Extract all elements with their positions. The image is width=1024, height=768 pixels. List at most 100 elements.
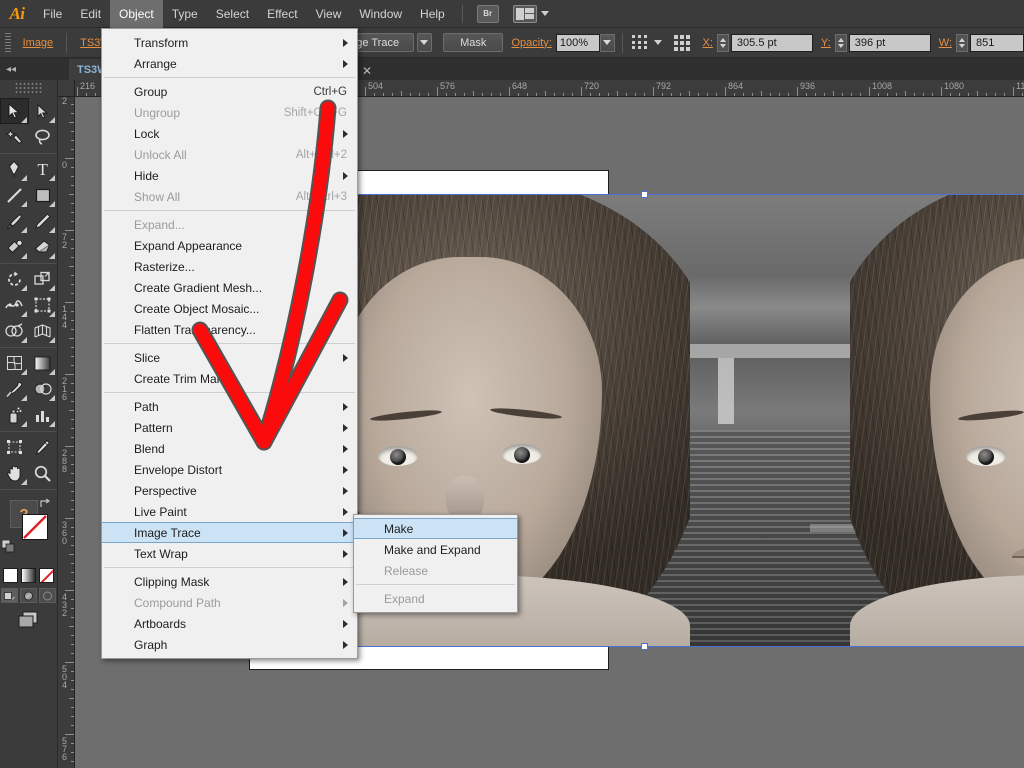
arrange-documents-button[interactable] xyxy=(499,4,549,23)
perspective-grid-tool[interactable] xyxy=(29,318,58,344)
zoom-tool[interactable] xyxy=(29,460,58,486)
free-transform-tool[interactable] xyxy=(29,292,58,318)
ruler-minor-tick xyxy=(887,93,888,96)
x-coordinate-input[interactable]: 305.5 pt xyxy=(730,33,813,52)
menu-item-arrange[interactable]: Arrange xyxy=(102,53,357,74)
menu-effect[interactable]: Effect xyxy=(258,0,306,28)
draw-inside-icon[interactable] xyxy=(39,588,56,603)
menu-item-envelope-distort[interactable]: Envelope Distort xyxy=(102,459,357,480)
width-tool[interactable] xyxy=(0,292,29,318)
lasso-tool[interactable] xyxy=(29,124,58,150)
menu-file[interactable]: File xyxy=(34,0,71,28)
menu-item-text-wrap[interactable]: Text Wrap xyxy=(102,543,357,564)
blob-brush-tool[interactable] xyxy=(0,234,29,260)
close-icon[interactable]: ✕ xyxy=(362,64,372,78)
mask-button[interactable]: Mask xyxy=(443,33,504,52)
magic-wand-tool[interactable] xyxy=(0,124,29,150)
menu-item-graph[interactable]: Graph xyxy=(102,634,357,655)
column-graph-tool[interactable] xyxy=(29,402,58,428)
menu-item-label: Create Gradient Mesh... xyxy=(134,280,263,295)
menu-item-pattern[interactable]: Pattern xyxy=(102,417,357,438)
draw-behind-icon[interactable] xyxy=(20,588,37,603)
image-trace-preset-dropdown[interactable] xyxy=(417,33,432,52)
change-screen-mode-button[interactable] xyxy=(0,610,57,630)
menu-item-image-trace[interactable]: Image Trace xyxy=(102,522,357,543)
paintbrush-tool[interactable] xyxy=(0,208,29,234)
menu-item-create-object-mosaic[interactable]: Create Object Mosaic... xyxy=(102,298,357,319)
menu-item-rasterize[interactable]: Rasterize... xyxy=(102,256,357,277)
opacity-dropdown-arrow[interactable] xyxy=(599,33,615,52)
reference-point-selector-icon[interactable] xyxy=(673,33,692,53)
menu-item-group[interactable]: Group Ctrl+G xyxy=(102,81,357,102)
menu-item-live-paint[interactable]: Live Paint xyxy=(102,501,357,522)
draw-normal-icon[interactable] xyxy=(1,588,18,603)
pen-tool[interactable] xyxy=(0,156,29,182)
image-trace-submenu[interactable]: Make Make and Expand Release Expand xyxy=(353,514,518,613)
bridge-icon[interactable]: Br xyxy=(476,4,499,23)
shape-builder-tool[interactable] xyxy=(0,318,29,344)
menu-item-path[interactable]: Path xyxy=(102,396,357,417)
eraser-tool[interactable] xyxy=(29,234,58,260)
slice-tool[interactable] xyxy=(29,434,58,460)
menu-type[interactable]: Type xyxy=(163,0,207,28)
menu-item-hide[interactable]: Hide xyxy=(102,165,357,186)
x-stepper[interactable] xyxy=(716,33,729,52)
collapse-panels-icon[interactable]: ◂◂ xyxy=(0,58,22,80)
ruler-minor-tick xyxy=(896,93,897,96)
hand-tool[interactable] xyxy=(0,460,29,486)
submenu-item-make[interactable]: Make xyxy=(354,518,517,539)
menu-item-perspective[interactable]: Perspective xyxy=(102,480,357,501)
swap-fill-stroke-icon[interactable] xyxy=(39,497,51,509)
selection-tool[interactable] xyxy=(0,98,29,124)
menu-item-slice[interactable]: Slice xyxy=(102,347,357,368)
menu-item-ungroup: Ungroup Shift+Ctrl+G xyxy=(102,102,357,123)
line-segment-tool[interactable] xyxy=(0,182,29,208)
menu-edit[interactable]: Edit xyxy=(71,0,110,28)
color-swatch[interactable] xyxy=(3,568,18,583)
direct-selection-tool[interactable] xyxy=(29,98,58,124)
menu-select[interactable]: Select xyxy=(207,0,258,28)
artboard-tool[interactable] xyxy=(0,434,29,460)
object-menu-dropdown[interactable]: Transform Arrange Group Ctrl+G Ungroup Shift+… xyxy=(101,28,358,659)
menu-item-lock[interactable]: Lock xyxy=(102,123,357,144)
ruler-origin[interactable] xyxy=(58,80,75,97)
menu-item-artboards[interactable]: Artboards xyxy=(102,613,357,634)
gradient-tool[interactable] xyxy=(29,350,58,376)
menu-item-blend[interactable]: Blend xyxy=(102,438,357,459)
eyedropper-tool[interactable] xyxy=(0,376,29,402)
transform-options-button[interactable] xyxy=(630,33,662,53)
stroke-color-swatch[interactable] xyxy=(22,514,48,540)
menu-item-create-trim-marks[interactable]: Create Trim Marks xyxy=(102,368,357,389)
menu-item-flatten-transparency[interactable]: Flatten Transparency... xyxy=(102,319,357,340)
scale-tool[interactable] xyxy=(29,266,58,292)
menu-object[interactable]: Object xyxy=(110,0,163,28)
tools-panel-grip[interactable] xyxy=(14,82,43,94)
vertical-ruler[interactable]: -720721442162883604325045766487207928649… xyxy=(58,97,75,768)
mesh-tool[interactable] xyxy=(0,350,29,376)
control-bar-grip[interactable] xyxy=(3,31,13,54)
gradient-swatch[interactable] xyxy=(21,568,36,583)
default-fill-stroke-icon[interactable] xyxy=(1,539,16,554)
type-tool[interactable]: T xyxy=(29,156,58,182)
rectangle-tool[interactable] xyxy=(29,182,58,208)
y-stepper[interactable] xyxy=(834,33,847,52)
menu-item-transform[interactable]: Transform xyxy=(102,32,357,53)
pencil-tool[interactable] xyxy=(29,208,58,234)
menu-view[interactable]: View xyxy=(307,0,351,28)
width-input[interactable]: 851 xyxy=(969,33,1024,52)
blend-tool[interactable] xyxy=(29,376,58,402)
width-stepper[interactable] xyxy=(955,33,968,52)
submenu-item-make-and-expand[interactable]: Make and Expand xyxy=(354,539,517,560)
menu-help[interactable]: Help xyxy=(411,0,454,28)
menu-item-expand-appearance[interactable]: Expand Appearance xyxy=(102,235,357,256)
ruler-minor-tick xyxy=(71,572,74,573)
none-swatch[interactable] xyxy=(39,568,54,583)
symbol-sprayer-tool[interactable] xyxy=(0,402,29,428)
tool-group-transform xyxy=(0,264,57,348)
menu-item-create-gradient-mesh[interactable]: Create Gradient Mesh... xyxy=(102,277,357,298)
opacity-input[interactable]: 100% xyxy=(555,33,600,52)
rotate-tool[interactable] xyxy=(0,266,29,292)
menu-item-clipping-mask[interactable]: Clipping Mask xyxy=(102,571,357,592)
y-coordinate-input[interactable]: 396 pt xyxy=(848,33,931,52)
menu-window[interactable]: Window xyxy=(350,0,411,28)
